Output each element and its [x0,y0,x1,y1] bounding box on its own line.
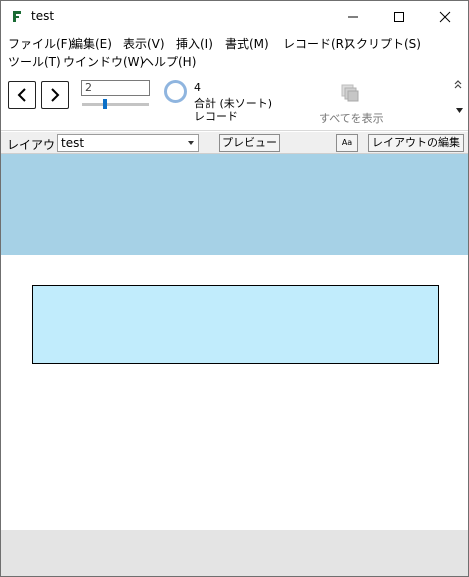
dropdown-arrow-icon [188,141,194,145]
current-record-input[interactable]: 2 [81,80,150,96]
record-slider[interactable] [82,103,149,106]
window-title: test [31,9,55,23]
app-window: test ファイル(F) 編集(E) 表示(V) 挿入(I) 書式(M) レコー… [0,0,469,577]
menu-insert[interactable]: 挿入(I) [176,35,213,52]
maximize-button[interactable] [376,1,422,32]
close-icon [439,11,451,22]
close-button[interactable] [422,1,468,32]
header-part [1,154,468,255]
edit-layout-button[interactable]: レイアウトの編集 [368,134,464,152]
records-label: レコード [194,110,238,123]
chevron-left-icon [17,88,26,102]
show-all-label[interactable]: すべてを表示 [319,110,384,126]
title-bar: test [1,1,468,32]
menu-view[interactable]: 表示(V) [123,35,165,52]
menu-edit[interactable]: 編集(E) [71,35,112,52]
status-toolbar: 2 4 合計 (未ソート) レコード すべてを表示 [1,70,468,131]
menu-records[interactable]: レコード(R) [283,35,349,52]
minimize-icon [348,16,358,17]
chevron-double-up-icon[interactable] [454,80,462,90]
record-pie-icon [164,80,187,103]
minimize-button[interactable] [330,1,376,32]
preview-button[interactable]: プレビュー [219,134,280,152]
maximize-icon [394,11,404,22]
layout-select-value: test [61,136,85,150]
previous-record-button[interactable] [8,81,36,109]
record-count: 4 [194,81,201,94]
app-icon [12,10,22,23]
menu-bar: ファイル(F) 編集(E) 表示(V) 挿入(I) 書式(M) レコード(R) … [1,32,468,70]
record-slider-thumb[interactable] [103,99,107,109]
caret-down-icon[interactable] [456,108,463,113]
menu-format[interactable]: 書式(M) [225,35,269,52]
menu-scripts[interactable]: スクリプト(S) [344,35,421,52]
next-record-button[interactable] [41,81,69,109]
layout-bar: レイアウト: test プレビュー Aa レイアウトの編集 [1,132,468,154]
menu-help[interactable]: ヘルプ(H) [142,53,196,70]
menu-file[interactable]: ファイル(F) [8,35,72,52]
footer-part [1,530,468,576]
layout-select[interactable]: test [57,134,199,152]
menu-window[interactable]: ウインドウ(W) [63,53,144,70]
chevron-right-icon [51,88,60,102]
menu-tools[interactable]: ツール(T) [8,53,61,70]
field-box[interactable] [32,285,439,364]
text-format-button[interactable]: Aa [336,134,358,152]
show-all-icon[interactable] [341,84,359,102]
